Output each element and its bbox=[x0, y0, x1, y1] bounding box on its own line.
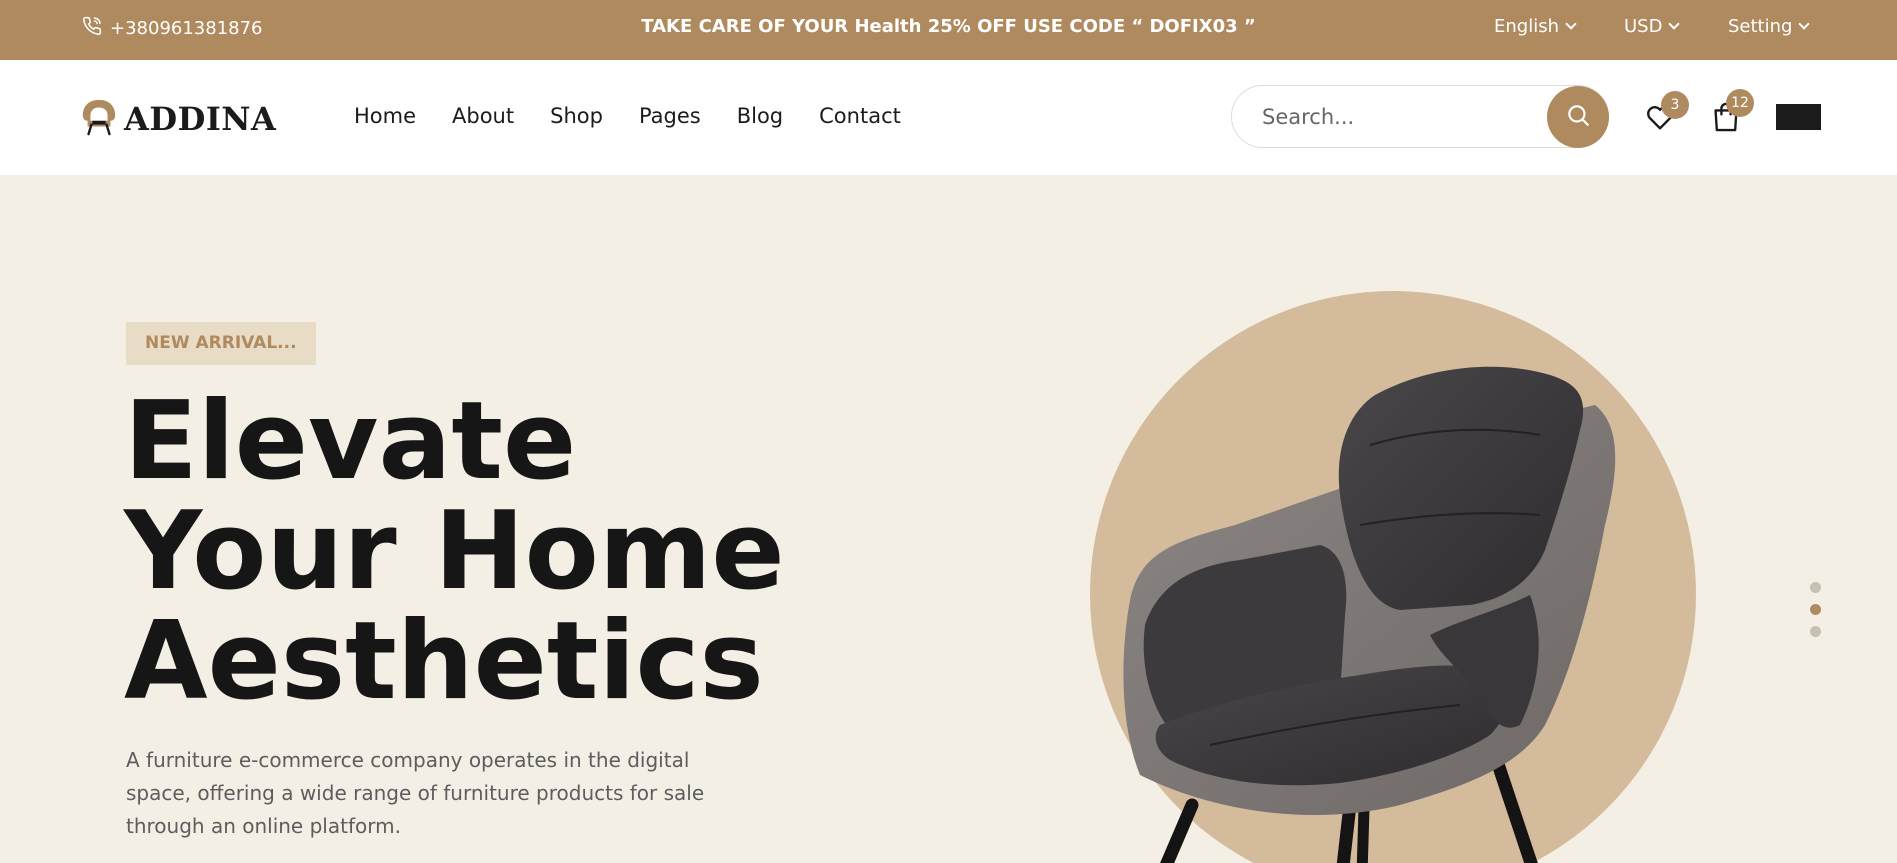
headline-line-3: Aesthetics bbox=[124, 599, 764, 724]
slider-dot-3[interactable] bbox=[1810, 626, 1821, 637]
language-selector[interactable]: English bbox=[1494, 16, 1577, 37]
shopping-bag-icon bbox=[1710, 102, 1742, 138]
hero-chair-image bbox=[1100, 335, 1660, 863]
chevron-down-icon bbox=[1798, 18, 1811, 30]
logo-chair-icon bbox=[80, 98, 118, 140]
wishlist-button[interactable]: 3 bbox=[1643, 91, 1689, 133]
nav-contact[interactable]: Contact bbox=[819, 104, 901, 128]
chevron-down-icon bbox=[1668, 18, 1681, 30]
language-label: English bbox=[1494, 16, 1559, 37]
headline-line-1: Elevate bbox=[124, 379, 577, 504]
currency-selector[interactable]: USD bbox=[1624, 16, 1681, 37]
setting-label: Setting bbox=[1728, 16, 1793, 37]
search-input[interactable] bbox=[1262, 86, 1532, 147]
hero-description: A furniture e-commerce company operates … bbox=[126, 748, 705, 838]
hamburger-menu-icon bbox=[1776, 104, 1821, 130]
nav-shop[interactable]: Shop bbox=[550, 104, 603, 128]
main-header: ADDINA Home About Shop Pages Blog Contac… bbox=[0, 60, 1897, 175]
promo-banner: TAKE CARE OF YOUR Health 25% OFF USE COD… bbox=[0, 16, 1897, 37]
promo-text: TAKE CARE OF YOUR Health 25% OFF USE COD… bbox=[641, 16, 1256, 37]
top-bar: +380961381876 TAKE CARE OF YOUR Health 2… bbox=[0, 0, 1897, 60]
phone-icon bbox=[82, 16, 102, 41]
slider-dot-1[interactable] bbox=[1810, 582, 1821, 593]
setting-selector[interactable]: Setting bbox=[1728, 16, 1811, 37]
cart-count-badge: 12 bbox=[1726, 89, 1754, 117]
headline-line-2: Your Home bbox=[124, 489, 785, 614]
hero-banner: NEW ARRIVAL... Elevate Your Home Aesthet… bbox=[0, 175, 1897, 863]
heart-icon bbox=[1643, 106, 1677, 137]
site-logo[interactable]: ADDINA bbox=[80, 98, 276, 140]
search-button[interactable] bbox=[1547, 86, 1609, 148]
new-arrival-tag: NEW ARRIVAL... bbox=[126, 322, 316, 365]
phone-contact[interactable]: +380961381876 bbox=[82, 16, 263, 41]
nav-pages[interactable]: Pages bbox=[639, 104, 701, 128]
main-nav: Home About Shop Pages Blog Contact bbox=[354, 104, 901, 128]
logo-text: ADDINA bbox=[124, 100, 277, 138]
search-icon bbox=[1565, 102, 1591, 132]
cart-button[interactable]: 12 bbox=[1710, 89, 1754, 134]
nav-home[interactable]: Home bbox=[354, 104, 416, 128]
hero-headline: Elevate Your Home Aesthetics bbox=[124, 387, 785, 717]
chevron-down-icon bbox=[1565, 18, 1577, 30]
nav-about[interactable]: About bbox=[452, 104, 514, 128]
nav-blog[interactable]: Blog bbox=[737, 104, 783, 128]
slider-dot-2-active[interactable] bbox=[1810, 604, 1821, 615]
phone-number: +380961381876 bbox=[110, 18, 263, 39]
hamburger-menu-button[interactable] bbox=[1776, 104, 1821, 130]
currency-label: USD bbox=[1624, 16, 1663, 37]
wishlist-count-badge: 3 bbox=[1661, 91, 1689, 119]
